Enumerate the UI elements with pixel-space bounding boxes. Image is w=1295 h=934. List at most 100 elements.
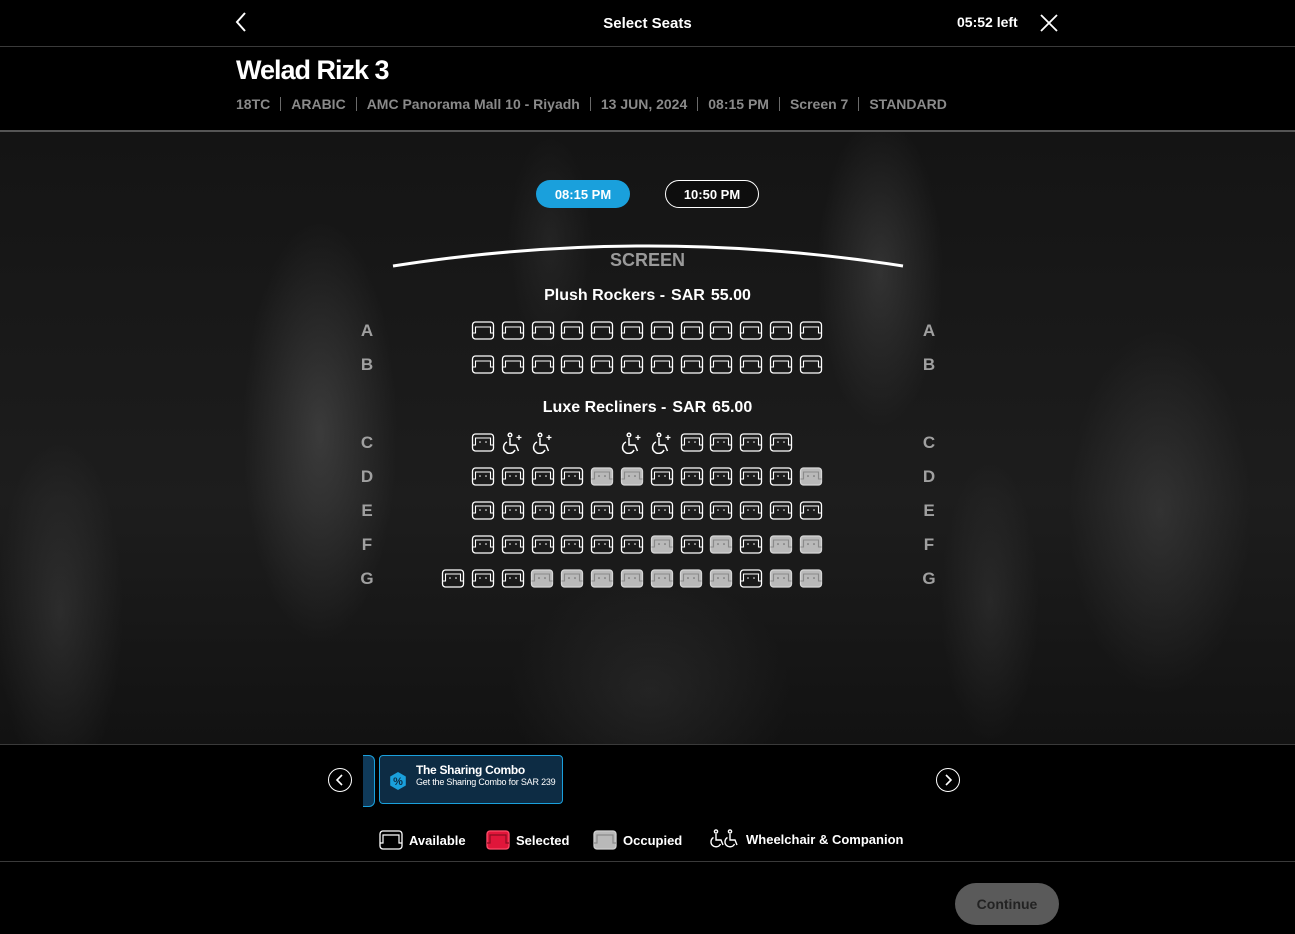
showtime-0815[interactable]: 08:15 PM <box>536 180 630 208</box>
seat-d8-available[interactable] <box>680 466 704 488</box>
showtime-1050[interactable]: 10:50 PM <box>665 180 759 208</box>
seat-d2-available[interactable] <box>501 466 525 488</box>
seat-d1-available[interactable] <box>471 466 495 488</box>
seat-e9-available[interactable] <box>709 500 733 522</box>
seat-f5-available[interactable] <box>590 534 614 556</box>
seat-c8-available[interactable] <box>680 432 704 454</box>
row-label-c-right: C <box>922 433 936 452</box>
row-label-a-left: A <box>360 321 374 340</box>
seat-g2-available[interactable] <box>471 568 495 590</box>
seat-f6-available[interactable] <box>620 534 644 556</box>
seat-f8-available[interactable] <box>680 534 704 556</box>
seat-b5-available[interactable] <box>590 354 614 376</box>
seat-c1-available[interactable] <box>471 432 495 454</box>
seat-d4-available[interactable] <box>560 466 584 488</box>
chevron-right-icon <box>945 774 953 786</box>
seat-b3-available[interactable] <box>531 354 555 376</box>
section-currency: SAR <box>671 287 705 304</box>
offer-card[interactable]: % The Sharing Combo Get the Sharing Comb… <box>379 755 563 804</box>
seat-a4-available[interactable] <box>560 320 584 342</box>
seat-a6-available[interactable] <box>620 320 644 342</box>
seat-e8-available[interactable] <box>680 500 704 522</box>
session-timer: 05:52 left <box>957 14 1018 30</box>
meta-time: 08:15 PM <box>708 96 769 112</box>
carousel-prev-button[interactable] <box>328 768 352 792</box>
seat-occupied-icon <box>593 829 617 851</box>
seat-f1-available[interactable] <box>471 534 495 556</box>
seat-b12-available[interactable] <box>799 354 823 376</box>
seat-b1-available[interactable] <box>471 354 495 376</box>
wheelchair-icon <box>710 829 740 849</box>
seat-c7-wheelchair[interactable] <box>650 432 674 454</box>
seat-g5-occupied <box>560 568 584 590</box>
seat-b10-available[interactable] <box>739 354 763 376</box>
seat-g11-available[interactable] <box>739 568 763 590</box>
seat-a7-available[interactable] <box>650 320 674 342</box>
section-plush-rockers: Plush Rockers - SAR 55.00 <box>0 287 1295 305</box>
seat-d11-available[interactable] <box>769 466 793 488</box>
seat-f9-occupied <box>709 534 733 556</box>
seat-b9-available[interactable] <box>709 354 733 376</box>
seat-a12-available[interactable] <box>799 320 823 342</box>
seat-map: 08:15 PM 10:50 PM SCREEN Plush Rockers -… <box>0 132 1295 744</box>
seat-g1-available[interactable] <box>441 568 465 590</box>
section-name: Luxe Recliners - <box>542 399 667 416</box>
seat-e12-available[interactable] <box>799 500 823 522</box>
seat-a2-available[interactable] <box>501 320 525 342</box>
seat-d7-available[interactable] <box>650 466 674 488</box>
seat-d9-available[interactable] <box>709 466 733 488</box>
meta-cinema: AMC Panorama Mall 10 - Riyadh <box>366 96 580 112</box>
seat-f3-available[interactable] <box>531 534 555 556</box>
seat-b6-available[interactable] <box>620 354 644 376</box>
seat-a11-available[interactable] <box>769 320 793 342</box>
seat-a5-available[interactable] <box>590 320 614 342</box>
seat-g3-available[interactable] <box>501 568 525 590</box>
meta-rating: 18TC <box>236 96 271 112</box>
seat-d5-occupied <box>590 466 614 488</box>
seat-c2-wheelchair[interactable] <box>501 432 525 454</box>
seat-a10-available[interactable] <box>739 320 763 342</box>
legend-available-label: Available <box>409 832 466 848</box>
seat-e10-available[interactable] <box>739 500 763 522</box>
continue-button[interactable]: Continue <box>955 883 1059 925</box>
seat-f2-available[interactable] <box>501 534 525 556</box>
seat-f4-available[interactable] <box>560 534 584 556</box>
seat-e7-available[interactable] <box>650 500 674 522</box>
seat-c6-wheelchair[interactable] <box>620 432 644 454</box>
seat-a9-available[interactable] <box>709 320 733 342</box>
seat-e3-available[interactable] <box>531 500 555 522</box>
seat-a1-available[interactable] <box>471 320 495 342</box>
movie-title: Welad Rizk 3 <box>236 55 390 85</box>
seat-a3-available[interactable] <box>531 320 555 342</box>
seat-b2-available[interactable] <box>501 354 525 376</box>
seat-b8-available[interactable] <box>680 354 704 376</box>
seat-c9-available[interactable] <box>709 432 733 454</box>
movie-meta: 18TC ARABIC AMC Panorama Mall 10 - Riyad… <box>236 96 947 112</box>
row-label-g-left: G <box>360 569 374 588</box>
seat-e11-available[interactable] <box>769 500 793 522</box>
seat-g8-occupied <box>650 568 674 590</box>
offer-card-partial[interactable] <box>363 755 375 807</box>
seat-e6-available[interactable] <box>620 500 644 522</box>
seat-e4-available[interactable] <box>560 500 584 522</box>
row-label-e-right: E <box>923 501 935 520</box>
seat-c11-available[interactable] <box>769 432 793 454</box>
seat-c10-available[interactable] <box>739 432 763 454</box>
chevron-left-icon <box>335 774 343 786</box>
seat-d3-available[interactable] <box>531 466 555 488</box>
section-name: Plush Rockers - <box>544 287 666 304</box>
seat-e1-available[interactable] <box>471 500 495 522</box>
seat-b4-available[interactable] <box>560 354 584 376</box>
seat-f10-available[interactable] <box>739 534 763 556</box>
seat-b7-available[interactable] <box>650 354 674 376</box>
seat-b11-available[interactable] <box>769 354 793 376</box>
close-button[interactable] <box>1039 13 1059 33</box>
seat-d10-available[interactable] <box>739 466 763 488</box>
legend-selected: Selected <box>486 829 569 851</box>
seat-d12-occupied <box>799 466 823 488</box>
seat-a8-available[interactable] <box>680 320 704 342</box>
seat-e5-available[interactable] <box>590 500 614 522</box>
seat-c3-wheelchair[interactable] <box>531 432 555 454</box>
carousel-next-button[interactable] <box>936 768 960 792</box>
seat-e2-available[interactable] <box>501 500 525 522</box>
